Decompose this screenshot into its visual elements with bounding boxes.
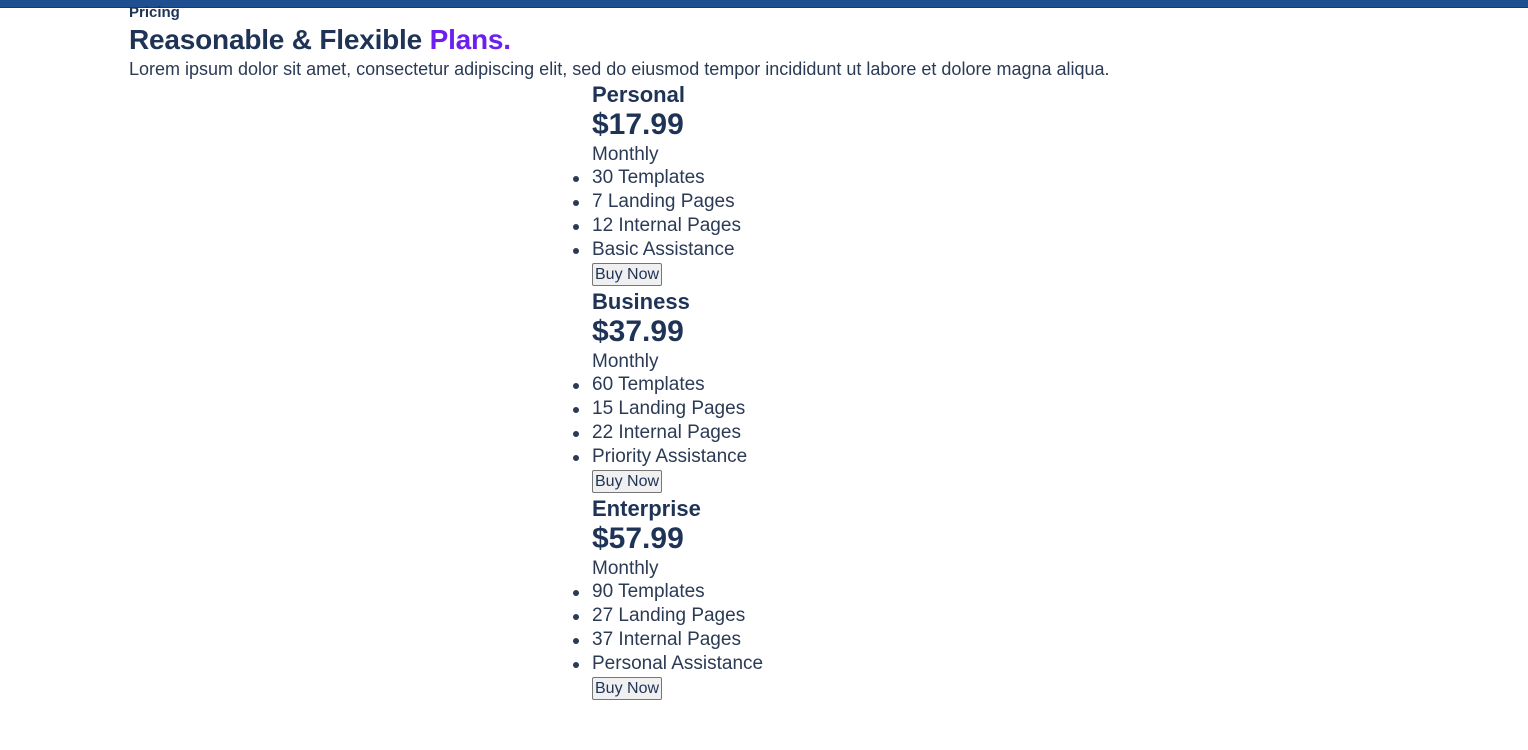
plan-business: Business $37.99 Monthly 60 Templates 15 … — [572, 289, 992, 496]
plan-enterprise: Enterprise $57.99 Monthly 90 Templates 2… — [572, 496, 992, 703]
plan-price: $57.99 — [592, 522, 684, 555]
section-eyebrow: Pricing — [129, 4, 180, 21]
feature-item: 90 Templates — [572, 580, 763, 604]
feature-item: 60 Templates — [572, 373, 747, 397]
page-title: Reasonable & Flexible Plans. — [129, 24, 511, 56]
feature-item: Basic Assistance — [573, 238, 741, 262]
feature-item: 12 Internal Pages — [573, 215, 741, 236]
feature-item: Priority Assistance — [572, 446, 748, 467]
plan-name: Personal — [592, 82, 685, 107]
plan-personal: Personal $17.99 Monthly 30 Templates 7 L… — [573, 82, 992, 289]
feature-item: 37 Internal Pages — [572, 628, 763, 652]
section-subtitle: Lorem ipsum dolor sit amet, consectetur … — [129, 59, 1110, 79]
plan-price: $17.99 — [592, 108, 684, 141]
pricing-plans: Personal $17.99 Monthly 30 Templates 7 L… — [572, 82, 992, 703]
buy-now-button-business[interactable]: Buy Now — [592, 470, 663, 493]
title-accent: Plans. — [429, 24, 511, 55]
feature-item: 7 Landing Pages — [573, 190, 741, 214]
plan-features: 90 Templates 27 Landing Pages 37 Interna… — [572, 580, 764, 676]
plan-features: 60 Templates 15 Landing Pages 22 Interna… — [572, 373, 748, 469]
plan-period: Monthly — [592, 558, 659, 579]
plan-name: Enterprise — [592, 496, 701, 521]
feature-item: Personal Assistance — [572, 653, 764, 674]
plan-name: Business — [592, 289, 690, 314]
title-main: Reasonable & Flexible — [129, 24, 430, 55]
feature-item: 22 Internal Pages — [572, 421, 747, 445]
feature-item: 15 Landing Pages — [572, 397, 747, 421]
feature-item: 27 Landing Pages — [572, 604, 763, 628]
plan-features: 30 Templates 7 Landing Pages 12 Internal… — [573, 166, 741, 262]
plan-period: Monthly — [592, 144, 659, 165]
plan-period: Monthly — [592, 351, 659, 372]
plan-price: $37.99 — [592, 315, 684, 348]
buy-now-button-enterprise[interactable]: Buy Now — [592, 677, 663, 700]
buy-now-button-personal[interactable]: Buy Now — [592, 263, 663, 286]
feature-item: 30 Templates — [573, 166, 741, 190]
top-bar — [0, 0, 1528, 8]
